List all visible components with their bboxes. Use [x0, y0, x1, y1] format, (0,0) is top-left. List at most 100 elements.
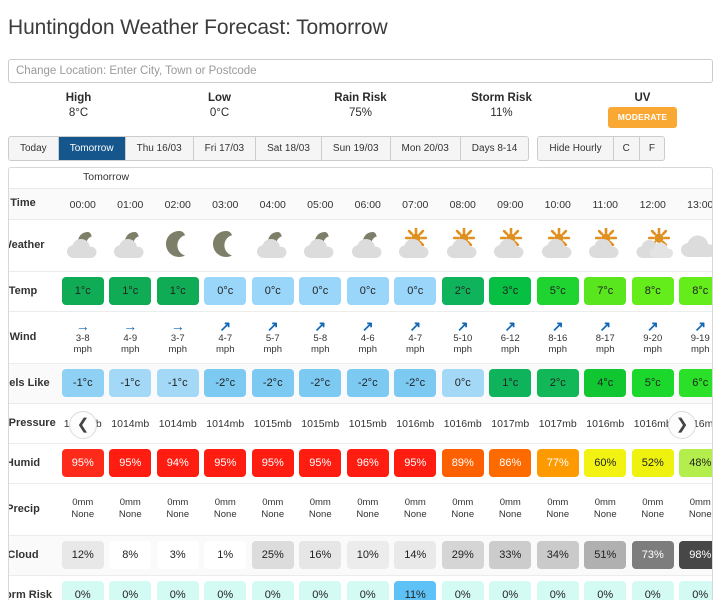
precip-type: None [71, 509, 95, 521]
tab-sat-18-03[interactable]: Sat 18/03 [256, 137, 322, 161]
chevron-right-icon[interactable]: ❯ [668, 411, 696, 440]
forecast-row-temp: Temp 1°c 1°c 1°c 0°c 0°c 0°c 0°c 0°c 2°c 3°c 5°c 7°c… [9, 271, 712, 312]
cloud-chip: 3% [156, 541, 199, 570]
wind-speed-value: 8-16 [548, 333, 568, 345]
cloud-chip: 1% [204, 541, 247, 570]
humidity-chip: 77% [536, 449, 579, 478]
forecast-cell [296, 219, 344, 272]
tab-today[interactable]: Today [9, 137, 59, 161]
storm-risk-chip: 0% [489, 581, 532, 600]
row-label-weather: Weather [9, 219, 59, 272]
temp-chip: 3°c [489, 277, 532, 306]
tab-mon-20-03[interactable]: Mon 20/03 [390, 137, 461, 161]
forecast-cell: -2°c [201, 363, 249, 404]
storm-risk-chip: 0% [584, 581, 627, 600]
precip-type: None [641, 509, 665, 521]
row-label-air-pressure: Air Pressure [9, 403, 59, 444]
forecast-cell: 0mm None [106, 483, 154, 536]
forecast-cell: 0% [534, 575, 582, 600]
storm-risk-chip: 0% [204, 581, 247, 600]
wind-direction-arrow-icon: ↗ [504, 318, 517, 335]
location-search-input[interactable] [8, 59, 713, 84]
chevron-left-icon[interactable]: ❮ [69, 411, 97, 440]
forecast-cell: 0% [59, 575, 107, 600]
precip-amount: 0mm [452, 497, 474, 509]
forecast-row-cloud: Cloud 12% 8% 3% 1% 25% 16% 10% 14% 29% 33% 34% 51% 73… [9, 535, 712, 576]
forecast-cell: 3% [154, 535, 202, 576]
air-pressure-value: 1016mb [633, 418, 672, 431]
wind-speed-unit: mph [596, 344, 615, 356]
tab-c[interactable]: C [613, 137, 640, 161]
forecast-cell: 0% [249, 575, 297, 600]
tab-thu-16-03[interactable]: Thu 16/03 [125, 137, 194, 161]
humidity-chip: 48% [679, 449, 712, 478]
forecast-cell: 03:00 [201, 189, 249, 220]
time-label: 03:00 [212, 198, 239, 211]
forecast-cell: 11% [391, 575, 439, 600]
humidity-chip: 94% [156, 449, 199, 478]
tab-f[interactable]: F [639, 137, 664, 161]
feels-like-chip: -2°c [394, 369, 437, 398]
forecast-cell: ↗ 9-20 mph [629, 311, 677, 364]
moon-cloud-icon [63, 228, 103, 262]
wind-speed-unit: mph [501, 344, 520, 356]
summary-label: Low [208, 92, 231, 105]
forecast-cell: 60% [581, 443, 629, 484]
feels-like-chip: 6°c [679, 369, 712, 398]
storm-risk-chip: 11% [394, 581, 437, 600]
moon-icon [158, 228, 198, 262]
forecast-cell: 0mm None [154, 483, 202, 536]
forecast-row-storm-risk: Storm Risk0%0%0%0%0%0%0%11%0%0%0%0%0%0%0… [9, 575, 712, 600]
tab-days-8-14[interactable]: Days 8-14 [460, 137, 529, 161]
forecast-cell: 0mm None [581, 483, 629, 536]
feels-like-chip: 0°c [441, 369, 484, 398]
forecast-cell: ↗ 5-8 mph [296, 311, 344, 364]
precip-type: None [166, 509, 190, 521]
forecast-cell: 95% [296, 443, 344, 484]
wind-direction-arrow-icon: ↗ [694, 318, 707, 335]
cloud-chip: 51% [584, 541, 627, 570]
forecast-cell: 0mm None [296, 483, 344, 536]
forecast-cell: -1°c [59, 363, 107, 404]
air-pressure-value: 1015mb [301, 418, 340, 431]
forecast-cell: 1°c [106, 271, 154, 312]
tab-tomorrow[interactable]: Tomorrow [58, 137, 126, 161]
precip-type: None [451, 509, 475, 521]
precip-amount: 0mm [547, 497, 569, 509]
tab-sun-19-03[interactable]: Sun 19/03 [321, 137, 391, 161]
forecast-cell: 2°c [534, 363, 582, 404]
tab-hide-hourly[interactable]: Hide Hourly [538, 137, 614, 161]
forecast-cell: 0°c [344, 271, 392, 312]
page-title: Huntingdon Weather Forecast: Tomorrow [8, 16, 388, 40]
storm-risk-chip: 0% [631, 581, 674, 600]
forecast-cell: 98% [676, 535, 712, 576]
cloud-chip: 33% [489, 541, 532, 570]
tab-fri-17-03[interactable]: Fri 17/03 [193, 137, 257, 161]
wind-speed-value: 6-12 [500, 333, 520, 345]
sun-cloud-icon [395, 228, 435, 262]
forecast-row-time: Time 00:00 01:00 02:00 03:00 04:00 05:00 06:00 0… [9, 189, 712, 220]
precip-type: None [308, 509, 332, 521]
forecast-cell [581, 219, 629, 272]
forecast-cell: -2°c [296, 363, 344, 404]
time-label: 00:00 [69, 198, 96, 211]
summary-label: High [65, 92, 92, 105]
forecast-cell: 05:00 [296, 189, 344, 220]
wind-direction-arrow-icon: ↗ [551, 318, 564, 335]
forecast-cell: ↗ 5-7 mph [249, 311, 297, 364]
time-label: 02:00 [164, 198, 191, 211]
forecast-scroll-area[interactable]: Time 00:00 01:00 02:00 03:00 04:00 05:00 06:00 0… [9, 189, 712, 600]
forecast-cell: 0% [296, 575, 344, 600]
air-pressure-value: 1014mb [111, 418, 150, 431]
precip-amount: 0mm [689, 497, 711, 509]
storm-risk-chip: 0% [346, 581, 389, 600]
precip-amount: 0mm [642, 497, 664, 509]
forecast-cell [391, 219, 439, 272]
row-label-storm-risk: Storm Risk [9, 575, 59, 600]
forecast-cell: 34% [534, 535, 582, 576]
forecast-cell: 73% [629, 535, 677, 576]
forecast-cell: 07:00 [391, 189, 439, 220]
forecast-cell: 89% [439, 443, 487, 484]
time-label: 13:00 [687, 198, 712, 211]
cloud-chip: 73% [631, 541, 674, 570]
